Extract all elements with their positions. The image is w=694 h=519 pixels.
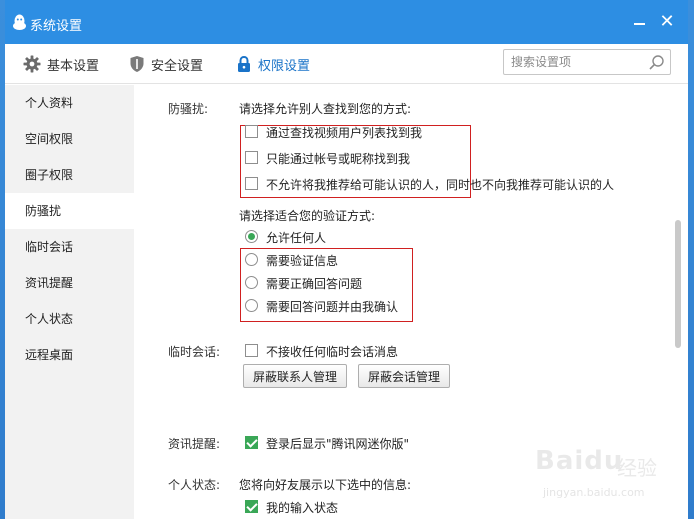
close-button[interactable]: ✕ <box>657 12 677 32</box>
sidebar-item-temp-session[interactable]: 临时会话 <box>5 229 134 265</box>
verify-method-prompt: 请选择适合您的验证方式: <box>239 209 376 223</box>
sidebar-item-circle-permission[interactable]: 圈子权限 <box>5 157 134 193</box>
tab-permission-settings[interactable]: 权限设置 <box>236 44 310 84</box>
lock-icon <box>238 55 250 72</box>
tab-security-settings[interactable]: 安全设置 <box>129 44 203 84</box>
minimize-icon <box>633 23 645 25</box>
search-icon[interactable] <box>648 54 665 71</box>
typing-status-label[interactable]: 我的输入状态 <box>266 499 338 516</box>
blocked-contacts-button[interactable]: 屏蔽联系人管理 <box>243 364 348 388</box>
sidebar-item-remote-desktop[interactable]: 远程桌面 <box>5 337 134 373</box>
find-option-no-recommend-label[interactable]: 不允许将我推荐给可能认识的人，同时也不向我推荐可能认识的人 <box>266 176 614 193</box>
show-mini-news-label[interactable]: 登录后显示"腾讯网迷你版" <box>266 435 409 452</box>
verify-answer-question-label[interactable]: 需要正确回答问题 <box>266 275 362 292</box>
scrollbar-thumb[interactable] <box>675 220 681 348</box>
sidebar-item-news-reminder[interactable]: 资讯提醒 <box>5 265 134 301</box>
sidebar-item-anti-harass[interactable]: 防骚扰 <box>5 193 134 229</box>
temp-session-label: 临时会话: <box>168 345 221 359</box>
status-prompt: 您将向好友展示以下选中的信息: <box>239 478 412 492</box>
settings-toolbar: 基本设置 安全设置 权限设置 <box>5 44 688 84</box>
verify-allow-anyone-label[interactable]: 允许任何人 <box>266 229 326 246</box>
find-option-account-checkbox[interactable] <box>245 151 258 164</box>
tab-basic-settings-label: 基本设置 <box>47 58 100 74</box>
anti-harass-label: 防骚扰: <box>168 102 209 116</box>
verify-answer-and-confirm-label[interactable]: 需要回答问题并由我确认 <box>266 298 398 315</box>
typing-status-checkbox[interactable] <box>245 500 258 513</box>
block-temp-session-checkbox[interactable] <box>245 344 258 357</box>
find-method-prompt: 请选择允许别人查找到您的方式: <box>239 102 412 116</box>
sidebar-item-personal-status[interactable]: 个人状态 <box>5 301 134 337</box>
personal-status-label: 个人状态: <box>168 478 221 492</box>
news-reminder-label: 资讯提醒: <box>168 437 221 451</box>
verify-answer-question-radio[interactable] <box>245 276 258 289</box>
watermark-brand: Baidu <box>535 446 624 476</box>
find-option-video-list-checkbox[interactable] <box>245 125 258 138</box>
search-input[interactable] <box>504 50 644 74</box>
watermark-url: jingyan.baidu.com <box>543 486 645 499</box>
title-bar[interactable]: 系统设置 ✕ <box>5 0 688 44</box>
desktop-background-right <box>688 0 694 519</box>
tab-permission-settings-label: 权限设置 <box>258 58 311 74</box>
verify-answer-and-confirm-radio[interactable] <box>245 299 258 312</box>
settings-sidebar: 个人资料 空间权限 圈子权限 防骚扰 临时会话 资讯提醒 个人状态 远程桌面 <box>5 85 134 519</box>
find-option-account-label[interactable]: 只能通过帐号或昵称找到我 <box>266 150 410 167</box>
find-option-no-recommend-checkbox[interactable] <box>245 177 258 190</box>
verify-need-message-radio[interactable] <box>245 253 258 266</box>
window-title: 系统设置 <box>30 19 83 34</box>
sidebar-item-profile[interactable]: 个人资料 <box>5 85 134 121</box>
tab-basic-settings[interactable]: 基本设置 <box>23 44 99 84</box>
search-box[interactable] <box>503 49 671 75</box>
verify-allow-anyone-radio[interactable] <box>245 230 258 243</box>
baidu-jingyan-watermark: Baidu 经验 jingyan.baidu.com <box>535 440 685 515</box>
watermark-product: 经验 <box>617 456 657 480</box>
sidebar-item-space-permission[interactable]: 空间权限 <box>5 121 134 157</box>
close-icon: ✕ <box>659 11 675 32</box>
gear-icon <box>23 55 41 73</box>
tab-security-settings-label: 安全设置 <box>151 58 204 74</box>
blocked-sessions-button[interactable]: 屏蔽会话管理 <box>358 364 451 388</box>
verify-need-message-label[interactable]: 需要验证信息 <box>266 252 338 269</box>
shield-icon <box>130 56 144 72</box>
block-temp-session-label[interactable]: 不接收任何临时会话消息 <box>266 343 398 360</box>
show-mini-news-checkbox[interactable] <box>245 436 258 449</box>
settings-window: 系统设置 ✕ 基本设置 安全设置 权限设置 搜索设置项 个人资料 空间权限 圈子… <box>5 0 688 519</box>
find-option-video-list-label[interactable]: 通过查找视频用户列表找到我 <box>266 124 422 141</box>
minimize-button[interactable] <box>629 12 649 32</box>
qq-penguin-icon <box>13 14 26 30</box>
